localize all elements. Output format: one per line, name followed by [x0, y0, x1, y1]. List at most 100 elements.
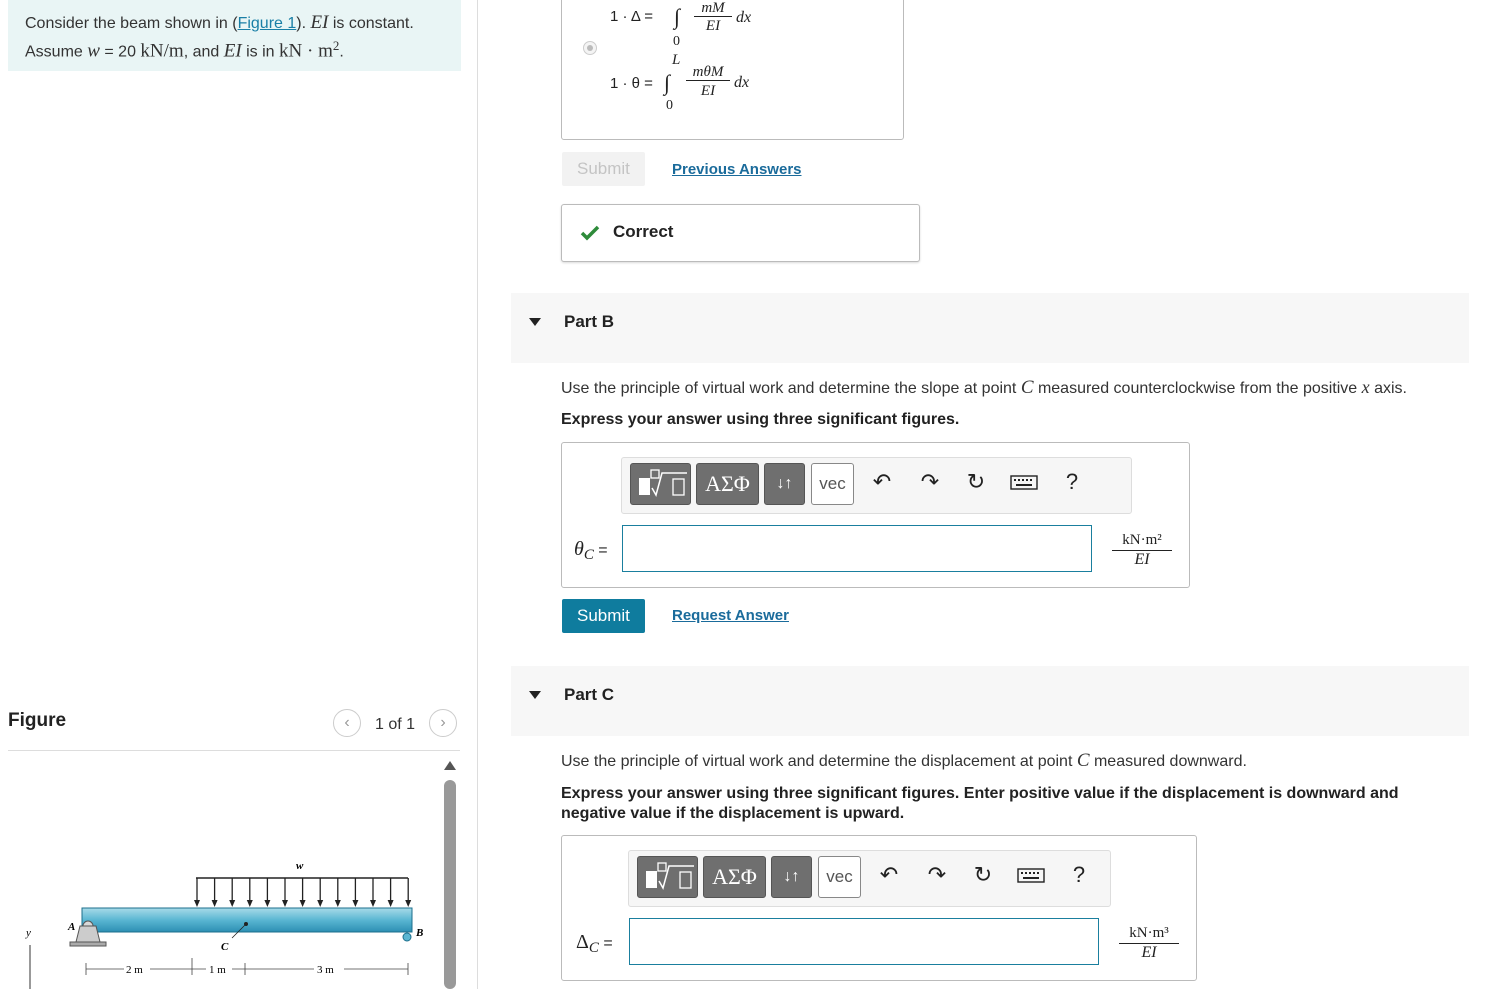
load-arrow-head: [334, 900, 341, 907]
problem-text: , and: [183, 43, 224, 61]
unit-numerator: kN·m²: [1112, 532, 1172, 551]
problem-text: Consider the beam shown in (: [25, 15, 238, 32]
load-arrow-head: [229, 900, 236, 907]
part-b-unit: kN·m² EI: [1112, 532, 1172, 569]
pane-divider: [477, 0, 478, 989]
reset-icon[interactable]: ↻: [971, 863, 995, 887]
help-icon[interactable]: ?: [1060, 470, 1084, 494]
redo-icon[interactable]: ↷: [925, 863, 949, 887]
part-b-header[interactable]: Part B: [511, 293, 1469, 363]
chevron-left-icon: ‹: [344, 714, 350, 731]
scroll-up-arrow[interactable]: [444, 761, 456, 770]
point-symbol: C: [1076, 750, 1090, 771]
problem-text: .: [339, 43, 344, 61]
collapse-triangle-icon: [529, 318, 541, 326]
subscript-button[interactable]: ↓↑: [764, 463, 805, 505]
formula-2-upper-limit: L: [672, 52, 681, 68]
problem-statement: Consider the beam shown in (Figure 1). E…: [8, 0, 461, 71]
answer-subscript: C: [588, 940, 599, 957]
instruction-text: axis.: [1369, 380, 1407, 397]
greek-button[interactable]: ΑΣΦ: [703, 856, 766, 898]
problem-text: Assume: [25, 43, 88, 61]
answer-symbol: θ: [574, 538, 584, 560]
part-c-math-toolbar: ΑΣΦ ↓↑ vec ↶ ↷ ↻ ?: [628, 850, 1111, 907]
part-c-instruction-bold: Express your answer using three signific…: [561, 785, 1399, 822]
beam-figure: y w A B C 2 m 1 m 3 m: [25, 860, 423, 989]
w-unit: kN/m: [140, 40, 184, 62]
scrollbar-thumb[interactable]: [444, 780, 456, 989]
formula-1-denominator: EI: [705, 18, 721, 34]
request-answer-link[interactable]: Request Answer: [672, 607, 789, 624]
part-b-instruction-bold: Express your answer using three signific…: [561, 411, 960, 428]
part-b-submit-button[interactable]: Submit: [562, 599, 645, 633]
load-arrow-head: [246, 900, 253, 907]
problem-text: ).: [296, 15, 311, 32]
formula-2-dx: dx: [734, 74, 750, 91]
problem-text: = 20: [99, 43, 141, 61]
ground-a: [69, 941, 107, 947]
chevron-right-icon: ›: [440, 714, 446, 731]
undo-icon[interactable]: ↶: [877, 863, 901, 887]
templates-button[interactable]: [637, 856, 698, 898]
part-b-answer-input[interactable]: [622, 525, 1092, 572]
part-c-instruction: Use the principle of virtual work and de…: [561, 750, 1247, 772]
part-c-header[interactable]: Part C: [511, 666, 1469, 736]
feedback-text: Correct: [613, 222, 674, 241]
formula-2-numerator: mθM: [686, 64, 730, 81]
load-arrow-head: [352, 900, 359, 907]
ei-unit: kN · m: [279, 40, 333, 62]
vector-button[interactable]: vec: [811, 463, 854, 505]
formula-2-prefix: 1 · θ =: [610, 75, 653, 92]
figure-title: Figure: [8, 710, 67, 731]
collapse-triangle-icon: [529, 691, 541, 699]
prev-figure-button[interactable]: ‹: [333, 709, 361, 737]
templates-icon: [639, 469, 687, 497]
point-symbol: C: [1020, 377, 1034, 398]
problem-text: is constant.: [328, 15, 414, 32]
dimension-label-1m: 1 m: [209, 964, 226, 976]
greek-button[interactable]: ΑΣΦ: [696, 463, 759, 505]
templates-button[interactable]: [630, 463, 691, 505]
dimension-label-3m: 3 m: [317, 964, 334, 976]
keyboard-icon[interactable]: [1017, 863, 1045, 887]
undo-icon[interactable]: ↶: [870, 470, 894, 494]
part-c-unit: kN·m³ EI: [1119, 925, 1179, 962]
roller-b: [402, 932, 412, 942]
instruction-text: measured downward.: [1089, 753, 1247, 770]
formula-1-lower-limit: 0: [673, 34, 680, 49]
integral-sign: ∫: [674, 4, 681, 29]
problem-text: is in: [241, 43, 280, 61]
ei-symbol: EI: [310, 12, 329, 33]
part-c-answer-label: ΔC =: [576, 931, 613, 957]
ei-symbol: EI: [223, 40, 242, 62]
vector-button[interactable]: vec: [818, 856, 861, 898]
help-icon[interactable]: ?: [1067, 863, 1091, 887]
load-arrow-head: [282, 900, 288, 907]
figure-link[interactable]: Figure 1: [238, 15, 297, 32]
answer-subscript: C: [583, 547, 594, 564]
keyboard-icon[interactable]: [1010, 470, 1038, 494]
equals-sign: =: [603, 935, 613, 952]
part-c-answer-input[interactable]: [629, 918, 1099, 965]
load-arrow-head: [387, 900, 394, 907]
checkmark-icon: [580, 225, 600, 241]
axis-symbol: x: [1361, 377, 1370, 397]
beam: [81, 907, 413, 933]
load-arrow-head: [211, 900, 218, 907]
answer-symbol: Δ: [576, 931, 589, 953]
instruction-text: measured counterclockwise from the posit…: [1033, 380, 1362, 397]
dimension-label-2m: 2 m: [126, 964, 143, 976]
load-arrows: [194, 878, 412, 907]
redo-icon[interactable]: ↷: [918, 470, 942, 494]
unit-numerator: kN·m³: [1119, 925, 1179, 944]
next-figure-button[interactable]: ›: [429, 709, 457, 737]
radio-option-selected[interactable]: [583, 41, 597, 55]
reset-icon[interactable]: ↻: [964, 470, 988, 494]
formula-2-lower-limit: 0: [666, 98, 673, 113]
previous-answers-link[interactable]: Previous Answers: [672, 161, 802, 178]
point-a-label: A: [67, 921, 75, 933]
subscript-button[interactable]: ↓↑: [771, 856, 812, 898]
formula-1-prefix: 1 · Δ =: [610, 8, 653, 25]
feedback-box: Correct: [561, 204, 920, 262]
part-a-submit-button[interactable]: Submit: [562, 152, 645, 186]
